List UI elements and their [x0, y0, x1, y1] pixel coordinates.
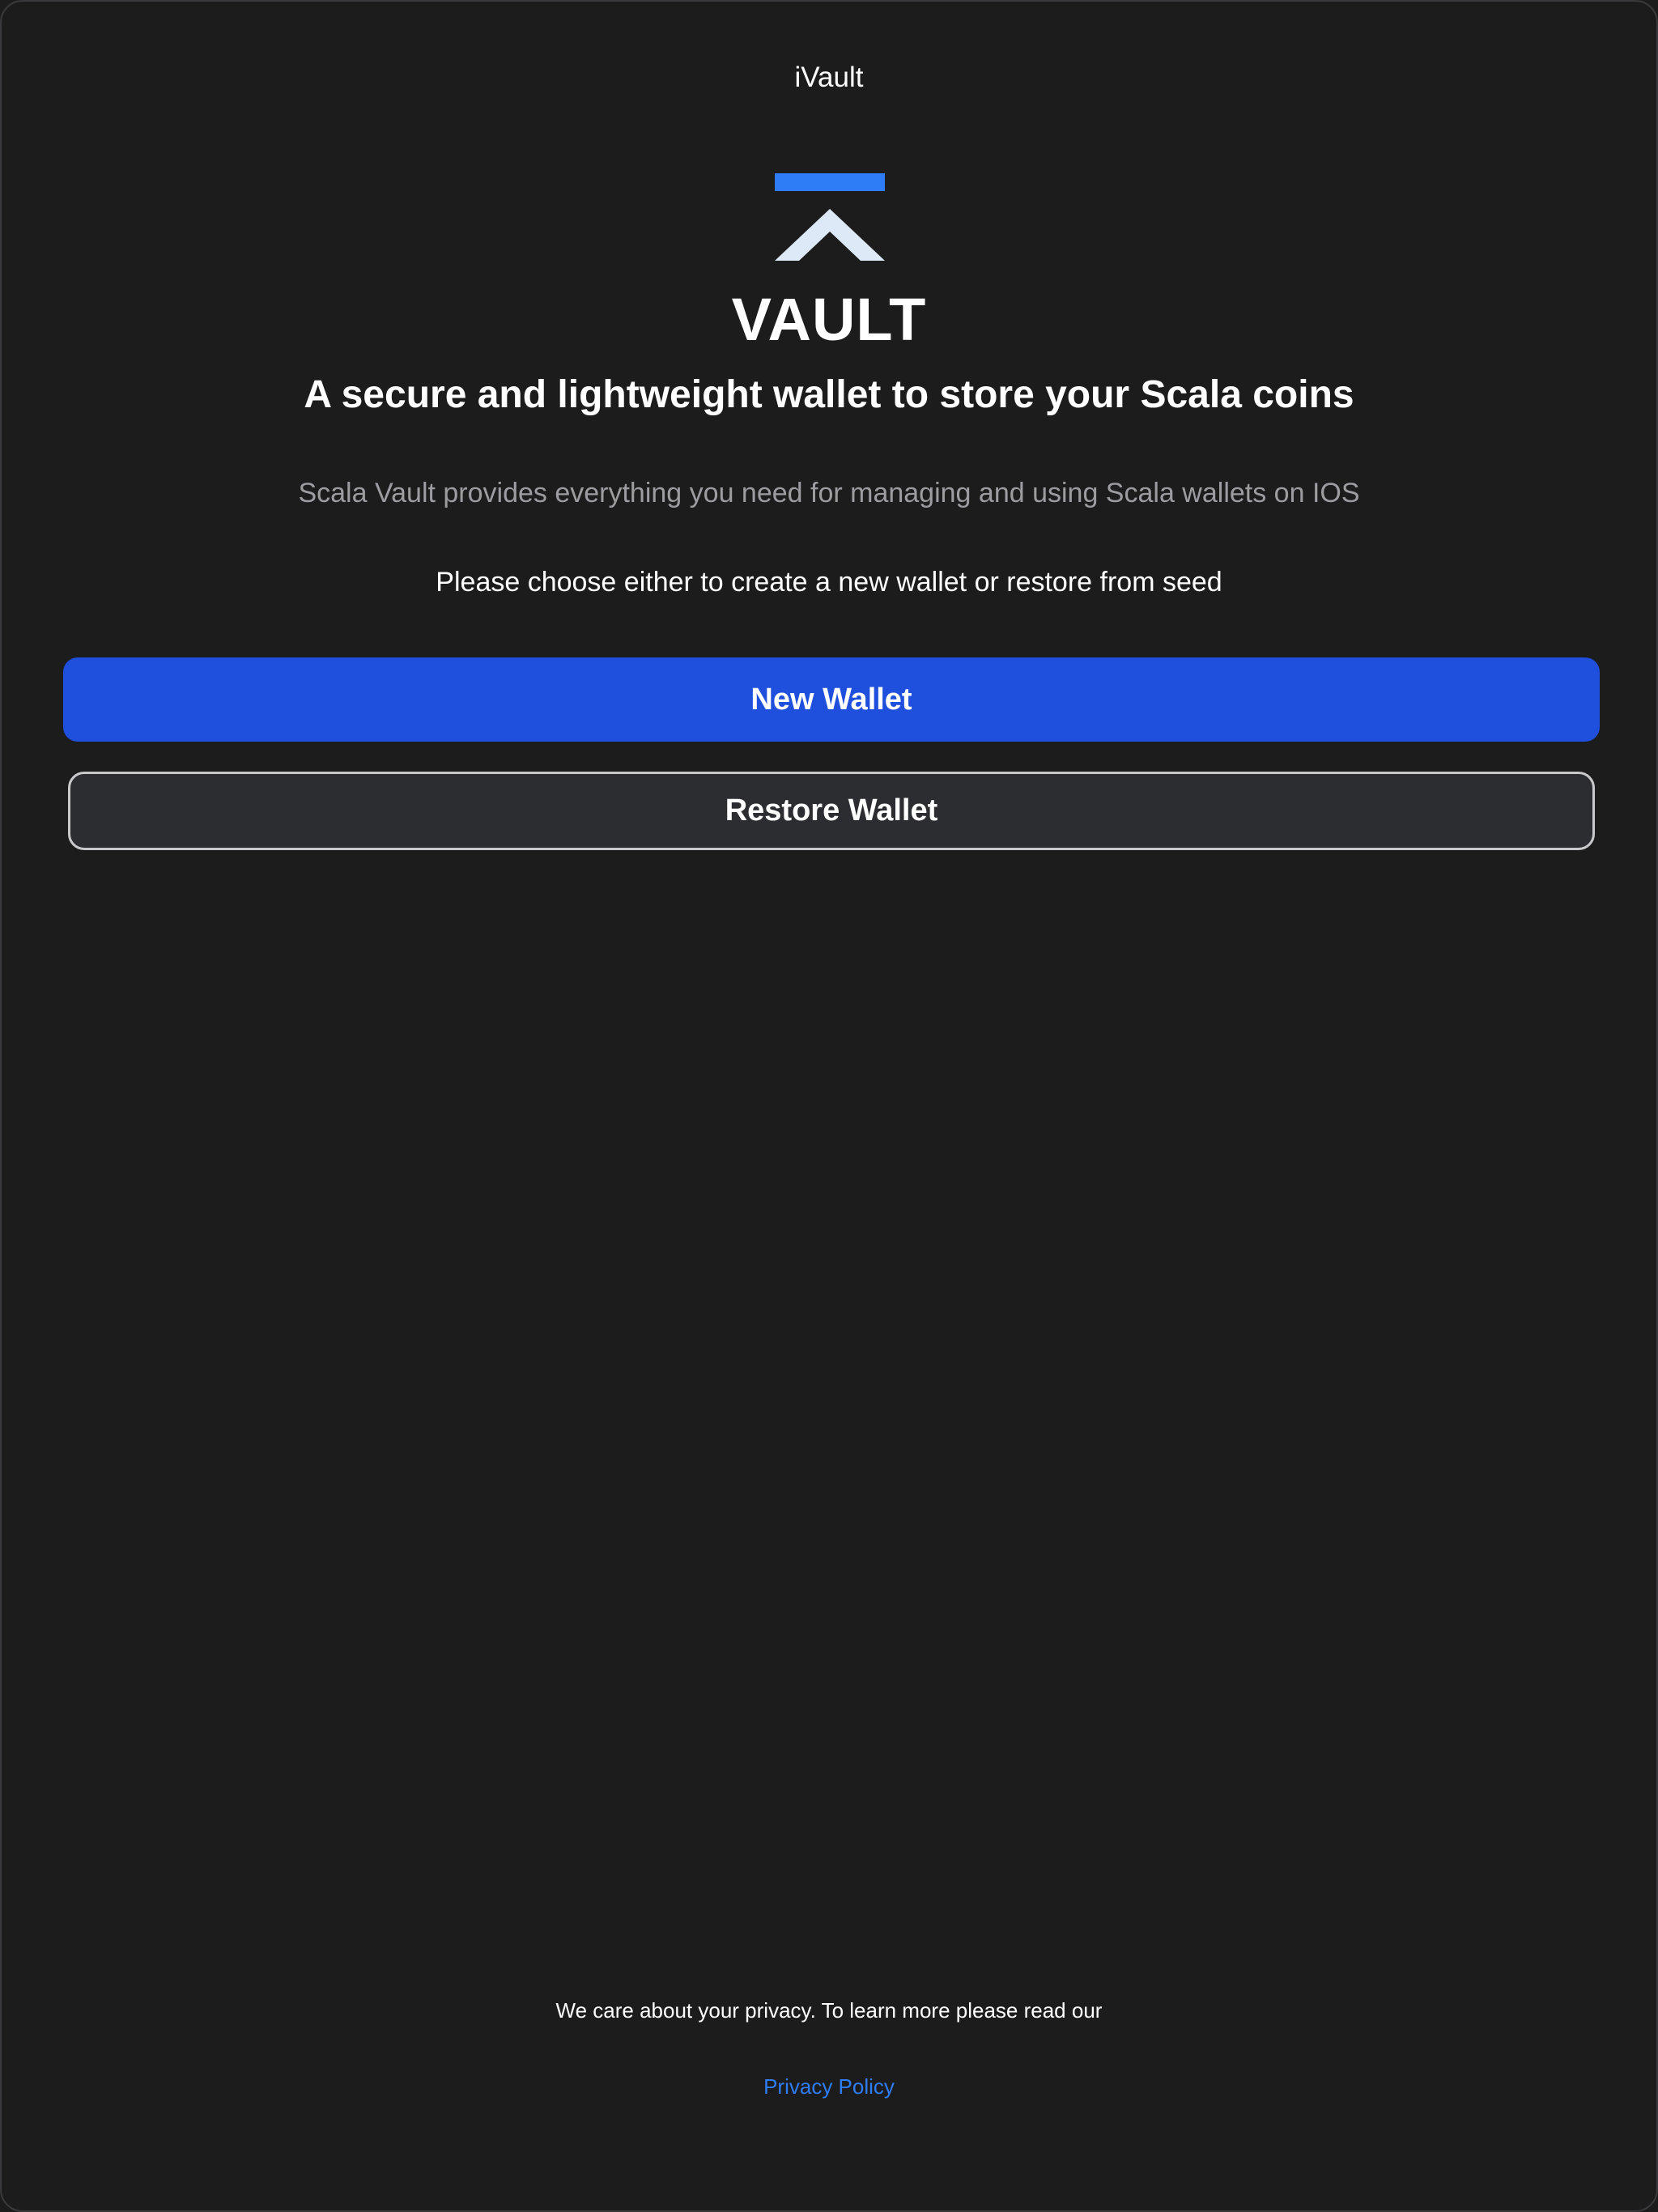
privacy-link-row: Privacy Policy	[2, 2074, 1656, 2099]
restore-wallet-button-label: Restore Wallet	[725, 793, 938, 827]
instruction-text: Please choose either to create a new wal…	[436, 567, 1222, 598]
privacy-policy-link[interactable]: Privacy Policy	[763, 2074, 895, 2099]
app-window: iVault VAULT A secure and lightweight wa…	[0, 0, 1658, 2212]
brand-name: VAULT	[731, 286, 927, 353]
new-wallet-button[interactable]: New Wallet	[63, 657, 1600, 742]
restore-wallet-button[interactable]: Restore Wallet	[68, 772, 1595, 850]
description: Scala Vault provides everything you need…	[298, 478, 1360, 508]
privacy-notice: We care about your privacy. To learn mor…	[555, 1998, 1103, 2023]
headline: A secure and lightweight wallet to store…	[304, 373, 1354, 416]
app-title: iVault	[794, 62, 864, 93]
vault-chevron-logo-icon	[773, 173, 886, 262]
new-wallet-button-label: New Wallet	[750, 682, 912, 717]
